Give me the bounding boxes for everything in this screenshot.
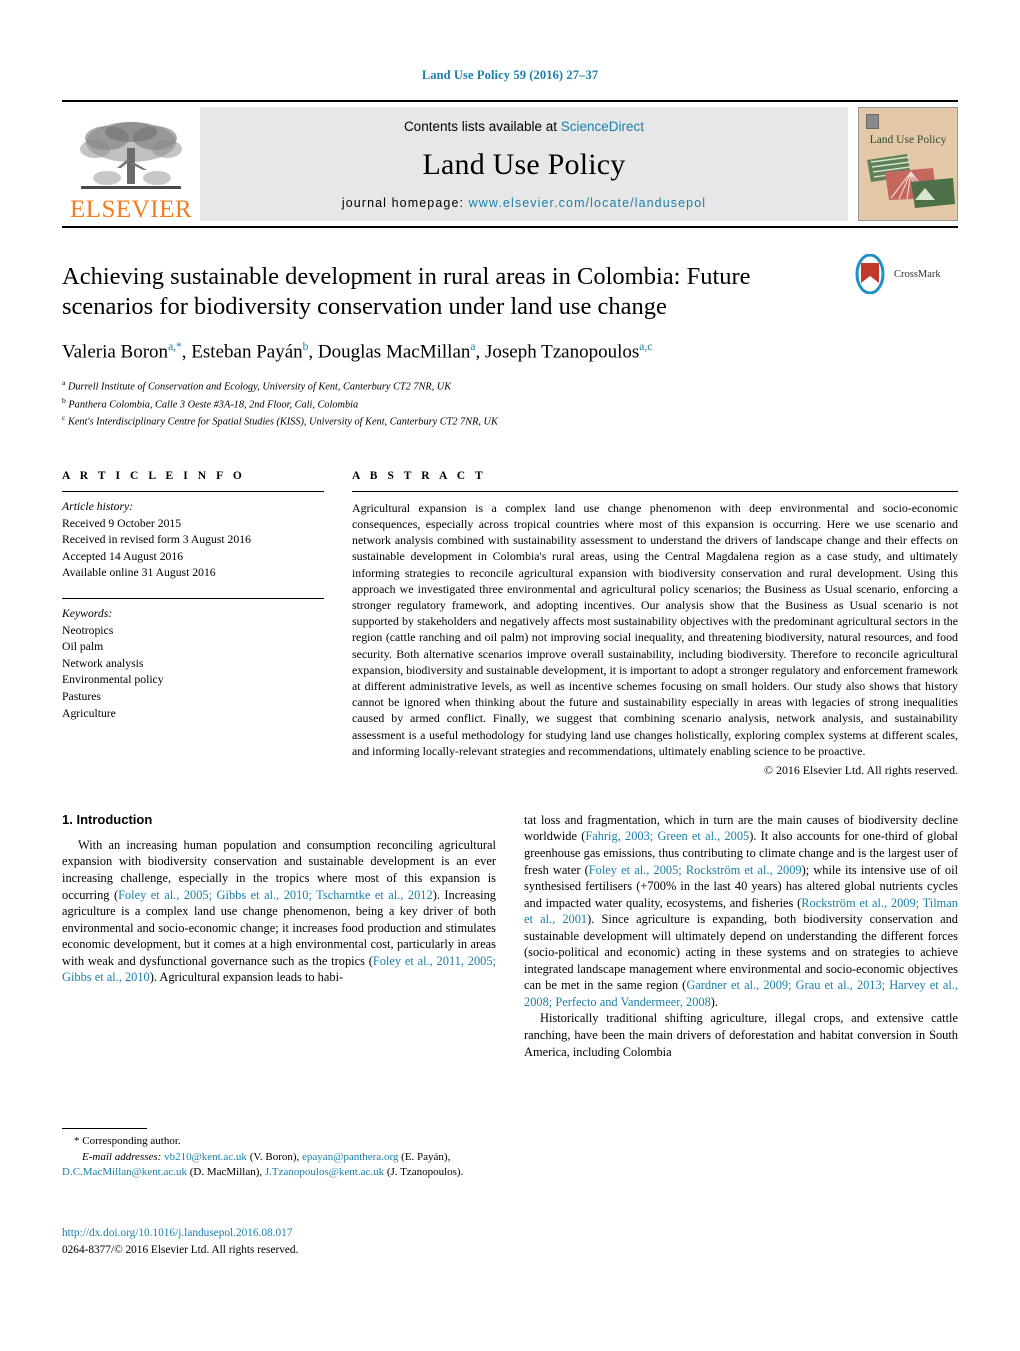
email-owner: (D. MacMillan), [187, 1166, 265, 1179]
abstract-heading: A B S T R A C T [352, 469, 487, 482]
affiliation-text: Durrell Institute of Conservation and Ec… [67, 381, 452, 393]
article-info-heading: A R T I C L E I N F O [62, 469, 246, 482]
info-abstract-section: A R T I C L E I N F O Article history: R… [62, 470, 958, 778]
keyword-item: Network analysis [62, 656, 144, 670]
email-link[interactable]: J.Tzanopoulos@kent.ac.uk [265, 1166, 384, 1178]
divider [62, 490, 324, 492]
article-history-label: Article history: [62, 499, 134, 513]
keyword-item: Oil palm [62, 640, 104, 654]
affiliation-item: a Durrell Institute of Conservation and … [62, 377, 846, 395]
cover-artwork [867, 154, 955, 208]
author-affil-mark: a [470, 341, 476, 354]
intro-paragraph-left: With an increasing human population and … [62, 837, 496, 986]
keyword-item: Environmental policy [62, 673, 164, 687]
affiliation-mark: c [62, 413, 66, 423]
elsevier-tree-icon [80, 122, 182, 189]
email-label: E-mail addresses: [82, 1150, 162, 1163]
citation-link[interactable]: Foley et al., 2005; Gibbs et al., 2010; … [118, 888, 433, 902]
sciencedirect-link[interactable]: ScienceDirect [561, 119, 644, 134]
email-owner: (J. Tzanopoulos). [384, 1166, 464, 1179]
history-item: Received in revised form 3 August 2016 [62, 533, 251, 547]
citation-link[interactable]: Fahrig, 2003; Green et al., 2005 [585, 829, 749, 843]
email-owner: (E. Payán), [398, 1150, 451, 1163]
author-name: Valeria Boron [62, 341, 169, 363]
divider [62, 597, 324, 599]
journal-homepage-link[interactable]: www.elsevier.com/locate/landusepol [469, 196, 707, 210]
crossmark-icon [855, 254, 885, 294]
author-list: Valeria Borona,*, Esteban Payánb, Dougla… [62, 341, 653, 363]
history-item: Accepted 14 August 2016 [62, 549, 184, 563]
keyword-item: Pastures [62, 690, 101, 703]
affiliation-item: b Panthera Colombia, Calle 3 Oeste #3A-1… [62, 395, 846, 413]
homepage-prefix: journal homepage: [341, 196, 469, 210]
footnote-block: * Corresponding author. E-mail addresses… [62, 1128, 492, 1181]
doi-link[interactable]: http://dx.doi.org/10.1016/j.landusepol.2… [62, 1225, 522, 1242]
intro-paragraph-right-cont: tat loss and fragmentation, which in tur… [524, 812, 958, 1011]
body-column-right: tat loss and fragmentation, which in tur… [524, 812, 958, 1060]
author-affil-mark: a,* [168, 341, 182, 354]
affiliation-mark: a [62, 378, 66, 388]
keyword-item: Agriculture [62, 706, 116, 720]
para-text: ). [710, 994, 719, 1009]
article-page: Land Use Policy 59 (2016) 27–37 ELSEVIER… [0, 0, 1020, 1351]
author-name: Joseph Tzanopoulos [485, 341, 640, 363]
email-link[interactable]: D.C.MacMillan@kent.ac.uk [62, 1166, 187, 1178]
elsevier-small-mark-icon [866, 114, 879, 129]
running-head: Land Use Policy 59 (2016) 27–37 [421, 68, 599, 82]
keyword-item: Neotropics [62, 623, 114, 637]
affiliation-list: a Durrell Institute of Conservation and … [62, 377, 846, 430]
body-column-left: 1. Introduction With an increasing human… [62, 812, 496, 1060]
intro-paragraph-2: Historically traditional shifting agricu… [524, 1011, 958, 1059]
article-history-block: Article history: Received 9 October 2015… [62, 499, 324, 582]
elsevier-wordmark: ELSEVIER [69, 196, 193, 223]
para-text: ). Agricultural expansion leads to habi- [149, 970, 344, 985]
crossmark-label: CrossMark [894, 268, 941, 280]
page-title: Achieving sustainable development in rur… [62, 263, 751, 321]
crossmark-badge[interactable]: CrossMark [850, 254, 958, 294]
keywords-label: Keywords: [62, 606, 113, 620]
title-block: Achieving sustainable development in rur… [62, 254, 958, 430]
corresponding-author-note: * Corresponding author. [74, 1135, 181, 1147]
contents-prefix: Contents lists available at [403, 119, 561, 134]
citation-link[interactable]: Foley et al., 2005; Rockström et al., 20… [589, 863, 802, 877]
email-link[interactable]: epayan@panthera.org [302, 1151, 398, 1163]
affiliation-item: c Kent's Interdisciplinary Centre for Sp… [62, 412, 846, 430]
author-name: Esteban Payán [191, 341, 303, 363]
history-item: Received 9 October 2015 [62, 516, 182, 530]
affiliation-text: Kent's Interdisciplinary Centre for Spat… [67, 416, 498, 428]
affiliation-mark: b [62, 395, 66, 405]
journal-masthead: ELSEVIER Contents lists available at Sci… [62, 100, 958, 228]
footnote-divider [62, 1128, 147, 1129]
email-link[interactable]: vb210@kent.ac.uk [164, 1151, 247, 1163]
journal-homepage-line: journal homepage: www.elsevier.com/locat… [342, 196, 706, 210]
abstract-text: Agricultural expansion is a complex land… [352, 500, 958, 758]
body-columns: 1. Introduction With an increasing human… [62, 812, 958, 1060]
doi-block: http://dx.doi.org/10.1016/j.landusepol.2… [62, 1225, 522, 1259]
abstract-column: A B S T R A C T Agricultural expansion i… [352, 470, 958, 778]
journal-band: Contents lists available at ScienceDirec… [200, 107, 848, 221]
section-heading-introduction: 1. Introduction [62, 811, 153, 827]
email-owner: (V. Boron), [246, 1150, 303, 1163]
divider [352, 490, 958, 492]
history-item: Available online 31 August 2016 [62, 566, 216, 580]
affiliation-text: Panthera Colombia, Calle 3 Oeste #3A-18,… [68, 399, 359, 411]
journal-cover-thumbnail: Land Use Policy [858, 107, 958, 221]
abstract-copyright: © 2016 Elsevier Ltd. All rights reserved… [764, 762, 958, 777]
article-info-column: A R T I C L E I N F O Article history: R… [62, 470, 324, 778]
keywords-block: Keywords: Neotropics Oil palm Network an… [62, 606, 324, 722]
issn-copyright-line: 0264-8377/© 2016 Elsevier Ltd. All right… [62, 1243, 299, 1256]
contents-line: Contents lists available at ScienceDirec… [404, 119, 644, 134]
email-addresses-note: E-mail addresses: vb210@kent.ac.uk (V. B… [62, 1150, 492, 1181]
elsevier-logo: ELSEVIER [62, 102, 200, 226]
author-affil-mark: a,c [639, 341, 653, 354]
journal-title: Land Use Policy [422, 148, 626, 181]
author-name: Douglas MacMillan [317, 341, 471, 363]
author-affil-mark: b [302, 341, 309, 354]
